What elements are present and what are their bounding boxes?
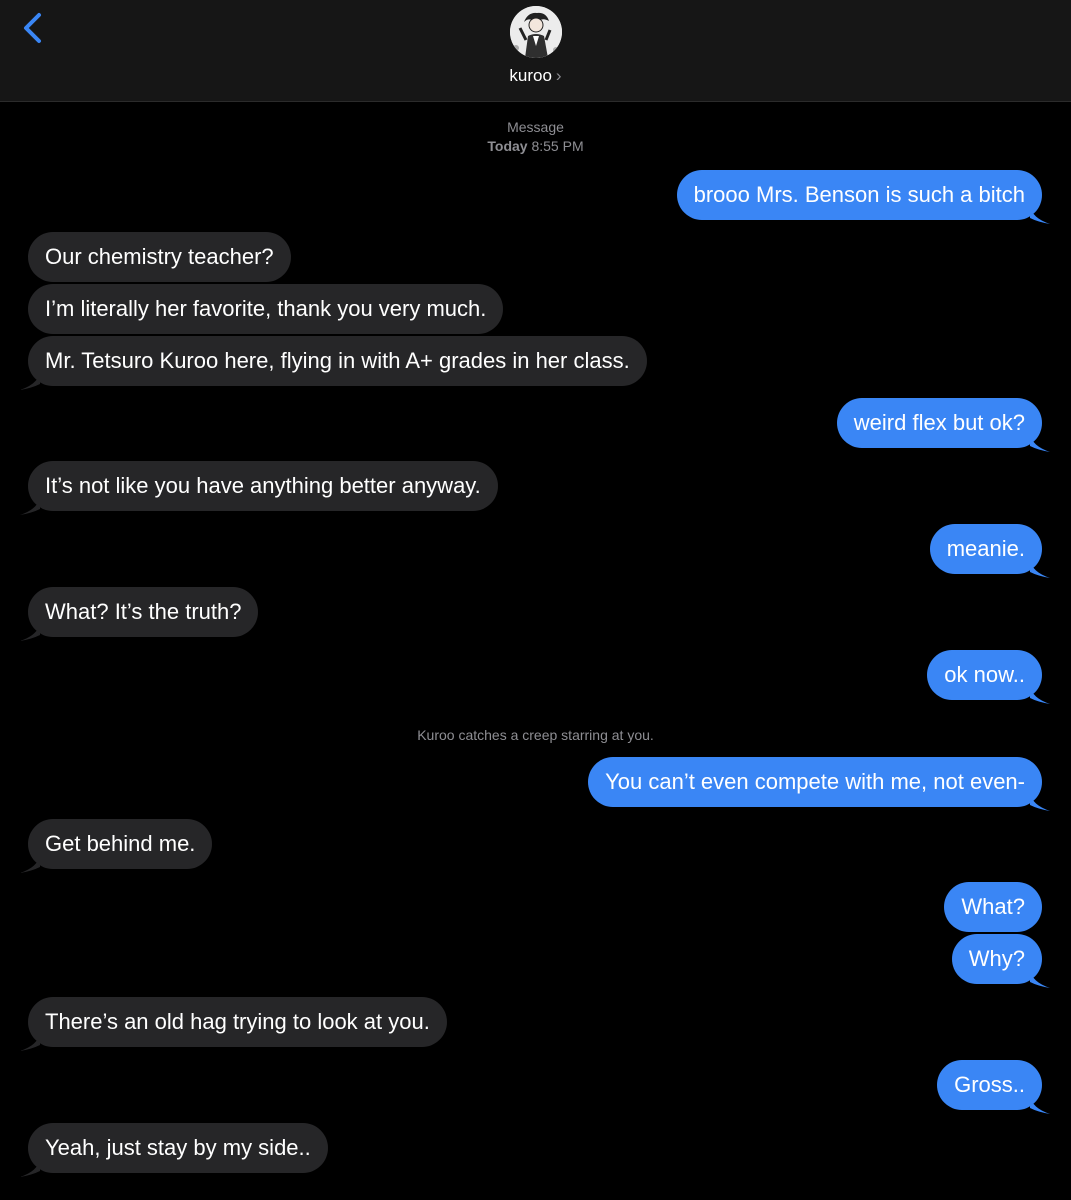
back-button[interactable] — [18, 8, 52, 48]
bubble-tail — [1030, 1096, 1050, 1114]
message-text: ok now.. — [944, 662, 1025, 687]
message-bubble-incoming[interactable]: Get behind me. — [20, 819, 213, 873]
message-text: Mr. Tetsuro Kuroo here, flying in with A… — [45, 348, 630, 373]
bubble-tail — [20, 855, 40, 873]
message-bubble-outgoing[interactable]: Why? — [951, 934, 1050, 988]
bubble-tail — [1030, 793, 1050, 811]
chevron-right-icon: › — [555, 66, 562, 85]
bubble-tail — [20, 372, 40, 390]
message-bubble-outgoing[interactable]: What? — [944, 882, 1042, 932]
bubble-tail — [1030, 686, 1050, 704]
message-text: What? — [961, 894, 1025, 919]
message-text: meanie. — [946, 536, 1025, 561]
timestamp-day: Today — [487, 138, 528, 154]
message-bubble-outgoing[interactable]: Gross.. — [937, 1060, 1050, 1114]
message-bubble-outgoing[interactable]: brooo Mrs. Benson is such a bitch — [676, 170, 1050, 224]
contact-name: kuroo — [509, 66, 552, 85]
narration-note: Kuroo catches a creep starring at you. — [417, 727, 654, 743]
bubble-tail — [1030, 206, 1050, 224]
bubble-tail — [1030, 970, 1050, 988]
message-bubble-outgoing[interactable]: weird flex but ok? — [836, 398, 1050, 452]
bubble-tail — [20, 1159, 40, 1177]
avatar-illustration — [510, 6, 562, 58]
conversation-header: kuroo › — [0, 0, 1071, 102]
message-text: weird flex but ok? — [853, 410, 1025, 435]
message-text: What? It’s the truth? — [45, 599, 242, 624]
message-bubble-incoming[interactable]: What? It’s the truth? — [20, 587, 259, 641]
message-bubble-incoming[interactable]: Our chemistry teacher? — [28, 232, 291, 282]
message-bubble-incoming[interactable]: There’s an old hag trying to look at you… — [20, 997, 447, 1051]
bubble-tail — [1030, 560, 1050, 578]
message-bubble-incoming[interactable]: Yeah, just stay by my side.. — [20, 1123, 328, 1177]
bubble-tail — [20, 497, 40, 515]
message-bubble-outgoing[interactable]: ok now.. — [927, 650, 1050, 704]
message-text: brooo Mrs. Benson is such a bitch — [693, 182, 1025, 207]
message-bubble-incoming[interactable]: Mr. Tetsuro Kuroo here, flying in with A… — [20, 336, 647, 390]
contact-name-button[interactable]: kuroo › — [0, 66, 1071, 86]
message-text: Why? — [968, 946, 1025, 971]
message-text: Yeah, just stay by my side.. — [45, 1135, 311, 1160]
timestamp-time: 8:55 PM — [531, 138, 584, 154]
message-text: Our chemistry teacher? — [45, 244, 274, 269]
message-bubble-incoming[interactable]: It’s not like you have anything better a… — [20, 461, 498, 515]
chevron-left-icon — [24, 13, 41, 43]
conversation-service-label: Message — [507, 119, 564, 135]
message-text: There’s an old hag trying to look at you… — [45, 1009, 430, 1034]
bubble-tail — [20, 623, 40, 641]
contact-avatar[interactable] — [510, 6, 562, 58]
message-bubble-outgoing[interactable]: meanie. — [929, 524, 1050, 578]
message-bubble-incoming[interactable]: I’m literally her favorite, thank you ve… — [28, 284, 504, 334]
bubble-tail — [20, 1033, 40, 1051]
message-text: It’s not like you have anything better a… — [45, 473, 481, 498]
message-text: I’m literally her favorite, thank you ve… — [45, 296, 487, 321]
message-text: You can’t even compete with me, not even… — [605, 769, 1025, 794]
conversation-timestamp: Today 8:55 PM — [0, 137, 1071, 156]
message-text: Gross.. — [954, 1072, 1025, 1097]
message-text: Get behind me. — [45, 831, 196, 856]
bubble-tail — [1030, 434, 1050, 452]
message-bubble-outgoing[interactable]: You can’t even compete with me, not even… — [588, 757, 1050, 811]
